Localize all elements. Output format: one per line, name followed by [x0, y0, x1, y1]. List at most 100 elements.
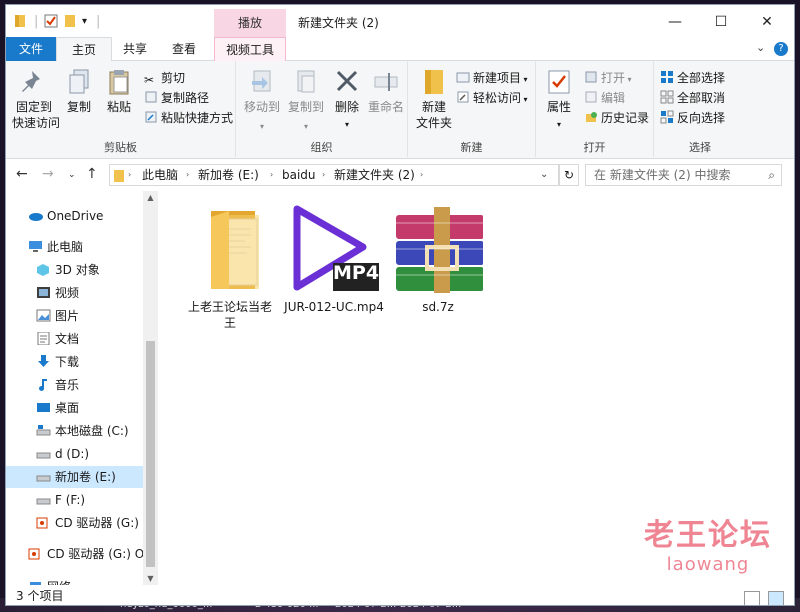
folder-small-icon[interactable]	[14, 14, 26, 32]
nav-scroll-thumb[interactable]	[146, 341, 155, 567]
recent-locations-chevron-icon[interactable]: ⌄	[68, 170, 76, 180]
copy-button[interactable]: 复制	[62, 67, 96, 115]
search-icon: ⌕	[768, 168, 775, 182]
nav-scrollbar[interactable]: ▲ ▼	[143, 191, 158, 585]
refresh-button[interactable]: ↻	[559, 164, 579, 186]
back-arrow-icon[interactable]: ←	[16, 166, 28, 182]
copy-to-button[interactable]: 复制到 ▾	[286, 67, 326, 135]
tab-view[interactable]: 查看	[158, 37, 210, 61]
invert-selection-icon	[660, 110, 674, 124]
winrar-icon	[393, 205, 484, 293]
new-item-button[interactable]: 新建项目 ▾	[456, 69, 528, 89]
properties-button[interactable]: 属性 ▾	[542, 67, 576, 133]
minimize-button[interactable]: —	[652, 9, 698, 35]
mp4-badge: MP4	[333, 262, 380, 284]
nav-item-network[interactable]: 网络	[6, 576, 165, 585]
ribbon-tabs: 文件 主页 共享 查看 视频工具 ⌄ ?	[6, 37, 794, 61]
tab-home[interactable]: 主页	[56, 37, 112, 61]
file-item-mp4[interactable]: MP4 JUR-012-UC.mp4	[284, 205, 384, 315]
copy-path-icon	[144, 90, 158, 104]
status-bar: 3 个项目	[6, 585, 794, 605]
close-button[interactable]: ✕	[744, 9, 790, 35]
copy-path-button[interactable]: 复制路径	[144, 89, 209, 107]
delete-button[interactable]: 删除 ▾	[332, 67, 362, 133]
paste-button[interactable]: 粘贴	[102, 67, 136, 115]
crumb-this-pc[interactable]: 此电脑	[142, 165, 178, 185]
tab-video-tools[interactable]: 视频工具	[214, 37, 286, 61]
new-folder-quick-icon[interactable]	[64, 14, 76, 32]
rename-button[interactable]: 重命名	[366, 67, 406, 115]
pin-quick-access-button[interactable]: 固定到 快速访问	[12, 67, 60, 131]
help-icon[interactable]: ?	[774, 42, 788, 56]
cd-drive-icon	[28, 545, 43, 560]
folder-icon	[185, 205, 275, 293]
paste-shortcut-button[interactable]: 粘贴快捷方式	[144, 109, 233, 127]
watermark-logo: 老王论坛 laowang	[644, 510, 772, 575]
nav-item-onedrive[interactable]: OneDrive	[6, 205, 165, 227]
file-item-folder[interactable]: 上老王论坛当老王	[180, 205, 280, 331]
watermark-cn: 老王论坛	[644, 518, 772, 553]
tab-share[interactable]: 共享	[112, 37, 158, 61]
cd-drive-icon	[36, 514, 51, 529]
properties-quick-icon[interactable]	[44, 14, 58, 32]
crumb-current-folder[interactable]: 新建文件夹 (2)	[334, 165, 415, 185]
crumb-baidu[interactable]: baidu	[282, 165, 316, 185]
forward-arrow-icon[interactable]: →	[42, 166, 54, 182]
network-icon	[28, 578, 43, 585]
picture-icon	[36, 307, 51, 322]
select-all-button[interactable]: 全部选择	[660, 69, 725, 87]
new-item-icon	[456, 70, 470, 84]
crumb-separator-icon: ›	[420, 170, 424, 179]
history-button[interactable]: 历史记录	[584, 109, 649, 127]
organize-group-label: 组织	[310, 141, 333, 154]
move-to-button[interactable]: 移动到 ▾	[242, 67, 282, 135]
view-toggle-group	[744, 587, 784, 605]
easy-access-button[interactable]: 轻松访问 ▾	[456, 89, 528, 109]
document-icon	[36, 330, 51, 346]
refresh-icon: ↻	[563, 168, 575, 182]
video-icon	[36, 284, 51, 298]
organize-group: 移动到 ▾ 复制到 ▾ 删除 ▾ 重命名 组织	[236, 61, 408, 157]
address-folder-icon	[114, 168, 124, 188]
easy-access-icon	[456, 90, 470, 104]
mp4-icon: MP4	[289, 205, 379, 293]
details-view-icon[interactable]	[744, 590, 761, 605]
select-none-button[interactable]: 全部取消	[660, 89, 725, 107]
large-icons-view-icon[interactable]	[768, 590, 784, 605]
new-group-label: 新建	[460, 141, 483, 154]
delete-x-icon	[333, 67, 361, 97]
crumb-drive-e[interactable]: 新加卷 (E:)	[198, 165, 259, 185]
nav-item-cd-drive-2[interactable]: CD 驱动器 (G:) Or	[6, 543, 165, 565]
open-group-label: 打开	[583, 141, 606, 154]
invert-selection-button[interactable]: 反向选择	[660, 109, 725, 127]
tab-file[interactable]: 文件	[6, 37, 56, 61]
scroll-down-icon[interactable]: ▼	[143, 574, 158, 583]
file-item-archive[interactable]: sd.7z	[388, 205, 488, 315]
item-count: 3 个项目	[16, 589, 64, 603]
cut-button[interactable]: ✂ 剪切	[144, 69, 185, 87]
open-button[interactable]: 打开 ▾	[584, 69, 632, 89]
shortcut-icon	[144, 110, 158, 124]
address-bar[interactable]: › 此电脑 › 新加卷 (E:) › baidu › 新建文件夹 (2) › ⌄	[109, 164, 559, 186]
separator: |	[96, 14, 101, 29]
nav-item-this-pc[interactable]: 此电脑	[6, 236, 165, 258]
new-folder-button[interactable]: 新建 文件夹	[414, 67, 454, 131]
computer-icon	[28, 238, 43, 252]
address-dropdown-chevron-icon[interactable]: ⌄	[540, 165, 548, 185]
clipboard-group-label: 剪贴板	[104, 141, 137, 154]
ribbon-expand-icon[interactable]: ⌄	[756, 41, 765, 54]
maximize-button[interactable]: ☐	[698, 9, 744, 35]
rename-icon	[372, 67, 400, 97]
download-icon	[36, 353, 51, 367]
up-arrow-icon[interactable]: ↑	[86, 166, 98, 182]
search-input[interactable]: 在 新建文件夹 (2) 中搜索 ⌕	[585, 164, 782, 186]
new-group: 新建 文件夹 新建项目 ▾ 轻松访问 ▾ 新建	[408, 61, 536, 157]
scroll-up-icon[interactable]: ▲	[143, 193, 158, 202]
new-folder-icon	[420, 67, 448, 97]
customize-quick-access-icon[interactable]: ▾	[82, 16, 87, 27]
drive-icon	[36, 491, 51, 505]
edit-button[interactable]: 编辑	[584, 89, 625, 107]
edit-icon	[584, 90, 598, 104]
pin-icon	[20, 67, 48, 97]
desktop-icon	[36, 399, 51, 412]
